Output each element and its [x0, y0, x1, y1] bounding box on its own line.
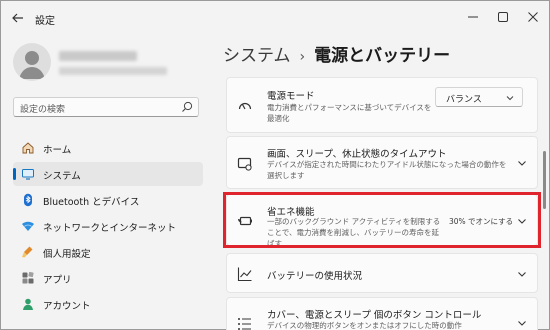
account-icon	[23, 298, 33, 310]
sidebar-item-accounts[interactable]: アカウント	[13, 292, 203, 316]
back-button[interactable]	[9, 9, 27, 27]
minimize-button[interactable]	[461, 5, 485, 29]
chevron-down-icon	[518, 219, 526, 224]
card-title: 画面、スリープ、休止状態のタイムアウト	[267, 149, 447, 160]
card-description: 電力消費とパフォーマンスに基づいてデバイスを最適化	[267, 103, 432, 123]
sidebar-item-label: 個人用設定	[43, 249, 91, 260]
settings-search[interactable]: 設定の検索	[13, 97, 199, 117]
active-indicator	[13, 168, 16, 180]
avatar	[13, 43, 51, 81]
page-title: 電源とバッテリー	[314, 46, 451, 66]
sidebar-item-personalization[interactable]: 個人用設定	[13, 240, 203, 264]
buttons-list-icon	[238, 318, 251, 330]
network-icon	[22, 221, 34, 231]
card-title: 電源モード	[267, 91, 315, 102]
battery-usage-card[interactable]: バッテリーの使用状況	[226, 253, 538, 293]
scrollbar[interactable]	[543, 151, 546, 209]
home-icon	[22, 142, 34, 154]
sidebar-item-home[interactable]: ホーム	[13, 136, 203, 160]
dropdown-value: バランス	[446, 95, 482, 105]
screen-sleep-icon	[237, 157, 252, 171]
apps-icon	[22, 271, 34, 284]
close-button[interactable]	[521, 5, 545, 29]
search-input[interactable]: 設定の検索	[20, 102, 65, 115]
search-icon	[182, 101, 193, 112]
energy-saver-card[interactable]: 省エネ機能 一部のバックグラウンド アクティビティを制限することで、電力消費を削…	[226, 194, 538, 248]
card-description: デバイスが指定された時間にわたりアイドル状態になった場合の動作を選択します	[267, 160, 507, 180]
energy-saver-status: 30% でオンにする	[449, 217, 514, 226]
energy-saver-icon	[238, 216, 252, 226]
battery-usage-chart-icon	[237, 267, 252, 282]
minimize-icon	[468, 16, 478, 18]
sidebar-item-label: アカウント	[43, 301, 91, 312]
card-title: バッテリーの使用状況	[267, 271, 363, 282]
app-title: 設定	[35, 16, 55, 27]
card-description: デバイスの物理的ボタンをオンまたはオフにした時の動作	[267, 321, 462, 330]
sidebar-item-label: Bluetooth とデバイス	[43, 197, 140, 208]
settings-window: 設定 設定の検索 ホーム システム Bluetooth とデバイス ネットワーク…	[0, 0, 550, 330]
redacted-user-name	[59, 51, 137, 61]
close-icon	[528, 12, 538, 22]
breadcrumb-separator: ›	[299, 49, 306, 65]
maximize-icon	[498, 12, 508, 22]
sidebar-item-label: ホーム	[43, 145, 72, 156]
screen-sleep-timeout-card[interactable]: 画面、スリープ、休止状態のタイムアウト デバイスが指定された時間にわたりアイドル…	[226, 136, 538, 189]
sidebar-item-network[interactable]: ネットワークとインターネット	[13, 214, 203, 238]
breadcrumb-parent[interactable]: システム	[223, 46, 291, 66]
title-bar: 設定	[1, 1, 550, 33]
chevron-down-icon	[518, 161, 526, 166]
sidebar-item-label: アプリ	[43, 275, 72, 286]
chevron-down-icon	[518, 272, 526, 277]
card-description: 一部のバックグラウンド アクティビティを制限することで、電力消費を削減し、バッテ…	[267, 217, 441, 248]
sidebar-item-label: ネットワークとインターネット	[43, 223, 177, 234]
maximize-button[interactable]	[491, 5, 515, 29]
back-arrow-icon	[12, 13, 23, 23]
user-avatar-icon	[19, 51, 45, 79]
sidebar-item-bluetooth[interactable]: Bluetooth とデバイス	[13, 188, 203, 212]
breadcrumb: システム › 電源とバッテリー	[223, 41, 450, 66]
sidebar-item-system[interactable]: システム	[13, 162, 203, 186]
card-title: カバー、電源とスリープ 個のボタン コントロール	[267, 310, 482, 321]
power-mode-icon	[238, 102, 252, 110]
sidebar-item-apps[interactable]: アプリ	[13, 266, 203, 290]
personalization-icon	[22, 246, 33, 258]
lid-power-button-card[interactable]: カバー、電源とスリープ 個のボタン コントロール デバイスの物理的ボタンをオンま…	[226, 297, 538, 330]
chevron-down-icon	[506, 96, 514, 101]
redacted-user-email	[59, 67, 167, 75]
chevron-down-icon	[518, 321, 526, 326]
power-mode-card: 電源モード 電力消費とパフォーマンスに基づいてデバイスを最適化 バランス	[226, 77, 538, 133]
power-mode-dropdown[interactable]: バランス	[435, 87, 523, 107]
bluetooth-icon	[24, 193, 32, 207]
sidebar-item-label: システム	[43, 171, 81, 182]
system-icon	[22, 169, 34, 180]
